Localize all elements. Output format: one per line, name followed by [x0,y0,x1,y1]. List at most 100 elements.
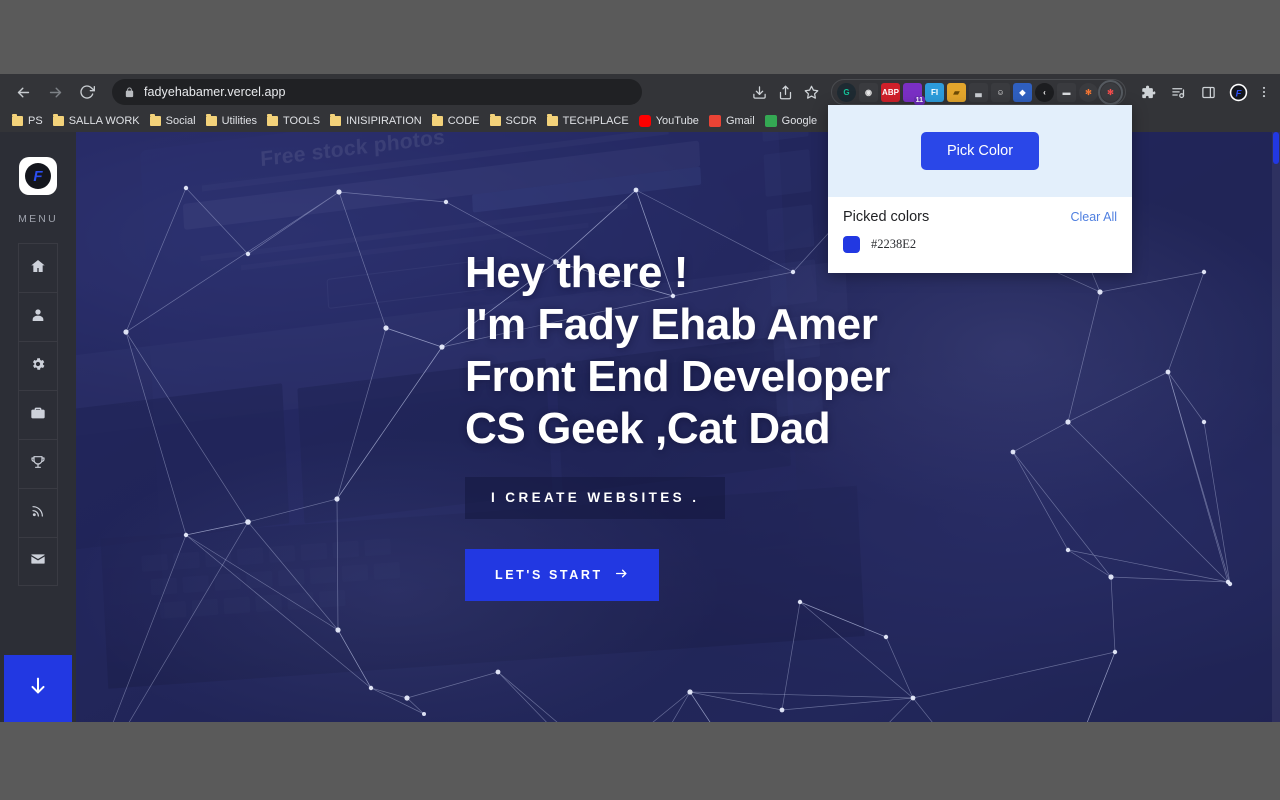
bookmark-label: Utilities [221,115,258,127]
home-icon [30,258,46,279]
bookmark-item[interactable]: PS [10,114,51,127]
shield-extension[interactable]: ◆ [1013,82,1032,102]
bookmark-label: SCDR [505,115,537,127]
bookmark-item[interactable]: CODE [430,114,488,127]
bookmark-item[interactable]: INISIPIRATION [328,114,430,127]
gmail-icon [708,115,721,127]
bookmark-item[interactable]: Utilities [204,114,265,127]
bookmark-item[interactable]: Gmail [707,115,763,127]
folder-icon [52,114,64,126]
folder-icon [431,114,443,126]
site-sidebar: F MENU [0,132,76,722]
picked-color-row[interactable]: #2238E2 [843,236,1117,253]
bookmark-label: TOOLS [283,115,321,127]
ninja-extension[interactable]: ▬ [1057,82,1076,102]
bookmark-item[interactable]: TOOLS [265,114,328,127]
bookmark-label: Google [781,115,818,127]
back-arrow-icon[interactable] [8,77,38,107]
sidebar-item-awards[interactable] [18,439,58,488]
sidebar-item-services[interactable] [18,341,58,390]
briefcase-icon [30,405,46,426]
forward-arrow-icon[interactable] [40,77,70,107]
bookmark-label: TECHPLACE [562,115,629,127]
purple-extension[interactable]: 11 [903,82,925,105]
page-scrollbar-thumb[interactable] [1273,132,1279,164]
arrow-down-icon [27,675,49,702]
color-wheel-extension[interactable]: ✻ [1079,82,1098,102]
tagline-text: I CREATE WEBSITES . [491,490,700,505]
extensions-puzzle-icon[interactable] [1136,80,1160,104]
color-swatch[interactable] [843,236,860,253]
bookmark-item[interactable]: TECHPLACE [545,114,637,127]
folder-icon [330,114,342,126]
cta-label: LET'S START [495,568,603,582]
extensions-pill: G ◉ ABP 11 FI ▰ ▃ ☺ ◆ ‹ ▬ ✻ ✻ [831,79,1126,105]
scroll-down-button[interactable] [4,655,72,722]
site-logo[interactable]: F [19,157,57,195]
folder-icon [267,114,279,126]
folder-icon [12,114,23,126]
bookmark-label: SALLA WORK [68,115,140,127]
headline-line-3: Front End Developer [465,352,891,401]
color-hex-value: #2238E2 [871,237,917,251]
person-icon [30,307,46,328]
sidebar-item-contact[interactable] [18,537,58,586]
sidebar-item-portfolio[interactable] [18,390,58,439]
folder-icon [489,114,501,126]
sidebar-nav-list [18,243,58,586]
download-icon[interactable] [747,80,771,104]
google-icon [764,115,777,127]
address-bar[interactable]: fadyehabamer.vercel.app [112,79,642,105]
folder-icon [546,114,558,126]
bookmark-item[interactable]: YouTube [637,115,707,127]
reload-icon[interactable] [72,77,102,107]
colorzilla-picker-extension[interactable]: ✻ [1098,79,1123,105]
bookmark-label: CODE [447,115,480,127]
sidebar-item-about[interactable] [18,292,58,341]
address-bar-url: fadyehabamer.vercel.app [144,85,286,99]
extension-badge-count: 11 [913,95,925,105]
back-circle-extension[interactable]: ‹ [1035,82,1054,102]
analytics-extension[interactable]: ▃ [969,82,988,102]
page-scrollbar[interactable] [1272,132,1280,722]
logo-letter: F [33,167,43,185]
profile-avatar-icon[interactable]: F [1226,80,1250,104]
sidebar-item-home[interactable] [18,243,58,292]
grammarly-extension[interactable]: G [837,82,856,102]
popup-header: Pick Color [828,105,1132,197]
trophy-icon [30,454,46,475]
reading-list-icon[interactable] [1166,80,1190,104]
bookmark-item[interactable]: Social [148,114,204,127]
emoji-extension[interactable]: ☺ [991,82,1010,102]
bookmark-item[interactable]: SCDR [488,114,545,127]
color-picker-popup: Pick Color Picked colors Clear All #2238… [828,105,1132,273]
svg-text:F: F [1235,88,1241,99]
bookmark-star-icon[interactable] [799,80,823,104]
desktop-background-bottom [0,722,1280,800]
desktop-background-top [0,0,1280,74]
toolbar-right-icons: G ◉ ABP 11 FI ▰ ▃ ☺ ◆ ‹ ▬ ✻ ✻ F [747,79,1272,105]
adblock-plus-extension[interactable]: ABP [881,82,900,102]
arrow-right-icon [614,567,629,583]
headline-line-1: Hey there ! [465,248,689,297]
logo-circle: F [25,163,51,189]
share-icon[interactable] [773,80,797,104]
screen: fadyehabamer.vercel.app G ◉ ABP 11 FI ▰ ▃ ☺ ◆ ‹ ▬ ✻… [0,0,1280,800]
bookmark-item[interactable]: SALLA WORK [51,114,148,127]
folder-extension[interactable]: ▰ [947,82,966,102]
youtube-icon [638,115,651,127]
sidebar-item-blog[interactable] [18,488,58,537]
fi-extension[interactable]: FI [925,82,944,102]
lock-icon [124,86,135,98]
bookmark-item[interactable]: Google [763,115,825,127]
pick-color-button[interactable]: Pick Color [920,132,1040,170]
clear-all-link[interactable]: Clear All [1070,210,1117,224]
menu-label: MENU [18,213,58,225]
side-panel-icon[interactable] [1196,80,1220,104]
chrome-menu-icon[interactable] [1256,80,1272,104]
headline-line-2: I'm Fady Ehab Amer [465,300,878,349]
screenshot-extension[interactable]: ◉ [859,82,878,102]
popup-body: Picked colors Clear All #2238E2 [828,197,1132,253]
lets-start-button[interactable]: LET'S START [465,549,659,601]
gear-icon [30,356,46,377]
